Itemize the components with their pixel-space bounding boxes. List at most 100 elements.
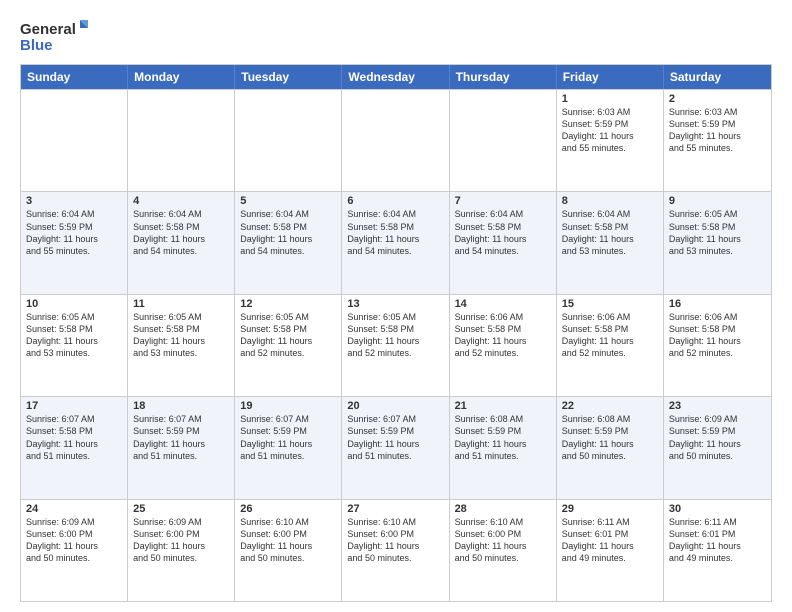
calendar-cell: 28Sunrise: 6:10 AM Sunset: 6:00 PM Dayli… bbox=[450, 500, 557, 601]
day-number: 23 bbox=[669, 400, 766, 412]
cell-info: Sunrise: 6:08 AM Sunset: 5:59 PM Dayligh… bbox=[562, 413, 658, 462]
calendar-cell: 5Sunrise: 6:04 AM Sunset: 5:58 PM Daylig… bbox=[235, 192, 342, 293]
calendar-cell: 4Sunrise: 6:04 AM Sunset: 5:58 PM Daylig… bbox=[128, 192, 235, 293]
calendar-cell: 10Sunrise: 6:05 AM Sunset: 5:58 PM Dayli… bbox=[21, 295, 128, 396]
header-day: Saturday bbox=[664, 65, 771, 89]
calendar-row: 10Sunrise: 6:05 AM Sunset: 5:58 PM Dayli… bbox=[21, 294, 771, 396]
calendar-cell: 30Sunrise: 6:11 AM Sunset: 6:01 PM Dayli… bbox=[664, 500, 771, 601]
day-number: 25 bbox=[133, 503, 229, 515]
calendar-row: 1Sunrise: 6:03 AM Sunset: 5:59 PM Daylig… bbox=[21, 89, 771, 191]
calendar-cell: 20Sunrise: 6:07 AM Sunset: 5:59 PM Dayli… bbox=[342, 397, 449, 498]
cell-info: Sunrise: 6:11 AM Sunset: 6:01 PM Dayligh… bbox=[562, 516, 658, 565]
cell-info: Sunrise: 6:05 AM Sunset: 5:58 PM Dayligh… bbox=[133, 311, 229, 360]
cell-info: Sunrise: 6:07 AM Sunset: 5:58 PM Dayligh… bbox=[26, 413, 122, 462]
cell-info: Sunrise: 6:04 AM Sunset: 5:58 PM Dayligh… bbox=[133, 208, 229, 257]
cell-info: Sunrise: 6:04 AM Sunset: 5:59 PM Dayligh… bbox=[26, 208, 122, 257]
cell-info: Sunrise: 6:08 AM Sunset: 5:59 PM Dayligh… bbox=[455, 413, 551, 462]
cell-info: Sunrise: 6:04 AM Sunset: 5:58 PM Dayligh… bbox=[347, 208, 443, 257]
day-number: 14 bbox=[455, 298, 551, 310]
day-number: 15 bbox=[562, 298, 658, 310]
svg-text:Blue: Blue bbox=[20, 37, 53, 54]
calendar-cell: 18Sunrise: 6:07 AM Sunset: 5:59 PM Dayli… bbox=[128, 397, 235, 498]
logo-svg: General Blue bbox=[20, 16, 90, 56]
day-number: 13 bbox=[347, 298, 443, 310]
calendar-cell: 15Sunrise: 6:06 AM Sunset: 5:58 PM Dayli… bbox=[557, 295, 664, 396]
svg-text:General: General bbox=[20, 21, 76, 38]
day-number: 10 bbox=[26, 298, 122, 310]
calendar-row: 3Sunrise: 6:04 AM Sunset: 5:59 PM Daylig… bbox=[21, 191, 771, 293]
day-number: 22 bbox=[562, 400, 658, 412]
calendar-header: SundayMondayTuesdayWednesdayThursdayFrid… bbox=[21, 65, 771, 89]
day-number: 18 bbox=[133, 400, 229, 412]
logo: General Blue bbox=[20, 16, 90, 56]
calendar-cell bbox=[342, 90, 449, 191]
calendar-cell: 21Sunrise: 6:08 AM Sunset: 5:59 PM Dayli… bbox=[450, 397, 557, 498]
day-number: 19 bbox=[240, 400, 336, 412]
calendar-cell: 26Sunrise: 6:10 AM Sunset: 6:00 PM Dayli… bbox=[235, 500, 342, 601]
calendar-cell bbox=[235, 90, 342, 191]
day-number: 16 bbox=[669, 298, 766, 310]
day-number: 20 bbox=[347, 400, 443, 412]
day-number: 28 bbox=[455, 503, 551, 515]
cell-info: Sunrise: 6:06 AM Sunset: 5:58 PM Dayligh… bbox=[562, 311, 658, 360]
header-day: Sunday bbox=[21, 65, 128, 89]
header-day: Tuesday bbox=[235, 65, 342, 89]
header-day: Monday bbox=[128, 65, 235, 89]
header-day: Friday bbox=[557, 65, 664, 89]
calendar-cell: 27Sunrise: 6:10 AM Sunset: 6:00 PM Dayli… bbox=[342, 500, 449, 601]
calendar-cell: 9Sunrise: 6:05 AM Sunset: 5:58 PM Daylig… bbox=[664, 192, 771, 293]
day-number: 27 bbox=[347, 503, 443, 515]
cell-info: Sunrise: 6:07 AM Sunset: 5:59 PM Dayligh… bbox=[240, 413, 336, 462]
calendar-cell bbox=[21, 90, 128, 191]
calendar-cell: 7Sunrise: 6:04 AM Sunset: 5:58 PM Daylig… bbox=[450, 192, 557, 293]
cell-info: Sunrise: 6:04 AM Sunset: 5:58 PM Dayligh… bbox=[562, 208, 658, 257]
calendar-row: 24Sunrise: 6:09 AM Sunset: 6:00 PM Dayli… bbox=[21, 499, 771, 601]
cell-info: Sunrise: 6:09 AM Sunset: 5:59 PM Dayligh… bbox=[669, 413, 766, 462]
calendar-cell: 24Sunrise: 6:09 AM Sunset: 6:00 PM Dayli… bbox=[21, 500, 128, 601]
calendar-cell: 12Sunrise: 6:05 AM Sunset: 5:58 PM Dayli… bbox=[235, 295, 342, 396]
calendar-cell: 2Sunrise: 6:03 AM Sunset: 5:59 PM Daylig… bbox=[664, 90, 771, 191]
cell-info: Sunrise: 6:07 AM Sunset: 5:59 PM Dayligh… bbox=[347, 413, 443, 462]
cell-info: Sunrise: 6:10 AM Sunset: 6:00 PM Dayligh… bbox=[455, 516, 551, 565]
cell-info: Sunrise: 6:09 AM Sunset: 6:00 PM Dayligh… bbox=[26, 516, 122, 565]
day-number: 5 bbox=[240, 195, 336, 207]
cell-info: Sunrise: 6:05 AM Sunset: 5:58 PM Dayligh… bbox=[26, 311, 122, 360]
header-day: Thursday bbox=[450, 65, 557, 89]
day-number: 11 bbox=[133, 298, 229, 310]
calendar-row: 17Sunrise: 6:07 AM Sunset: 5:58 PM Dayli… bbox=[21, 396, 771, 498]
cell-info: Sunrise: 6:03 AM Sunset: 5:59 PM Dayligh… bbox=[562, 106, 658, 155]
day-number: 12 bbox=[240, 298, 336, 310]
cell-info: Sunrise: 6:10 AM Sunset: 6:00 PM Dayligh… bbox=[240, 516, 336, 565]
day-number: 17 bbox=[26, 400, 122, 412]
day-number: 7 bbox=[455, 195, 551, 207]
cell-info: Sunrise: 6:11 AM Sunset: 6:01 PM Dayligh… bbox=[669, 516, 766, 565]
day-number: 2 bbox=[669, 93, 766, 105]
day-number: 21 bbox=[455, 400, 551, 412]
header-day: Wednesday bbox=[342, 65, 449, 89]
cell-info: Sunrise: 6:04 AM Sunset: 5:58 PM Dayligh… bbox=[240, 208, 336, 257]
cell-info: Sunrise: 6:05 AM Sunset: 5:58 PM Dayligh… bbox=[240, 311, 336, 360]
calendar-cell: 23Sunrise: 6:09 AM Sunset: 5:59 PM Dayli… bbox=[664, 397, 771, 498]
day-number: 26 bbox=[240, 503, 336, 515]
day-number: 8 bbox=[562, 195, 658, 207]
cell-info: Sunrise: 6:05 AM Sunset: 5:58 PM Dayligh… bbox=[347, 311, 443, 360]
cell-info: Sunrise: 6:06 AM Sunset: 5:58 PM Dayligh… bbox=[669, 311, 766, 360]
calendar-cell: 13Sunrise: 6:05 AM Sunset: 5:58 PM Dayli… bbox=[342, 295, 449, 396]
calendar-cell: 3Sunrise: 6:04 AM Sunset: 5:59 PM Daylig… bbox=[21, 192, 128, 293]
header: General Blue bbox=[20, 16, 772, 56]
day-number: 6 bbox=[347, 195, 443, 207]
calendar-cell: 17Sunrise: 6:07 AM Sunset: 5:58 PM Dayli… bbox=[21, 397, 128, 498]
calendar-cell: 11Sunrise: 6:05 AM Sunset: 5:58 PM Dayli… bbox=[128, 295, 235, 396]
cell-info: Sunrise: 6:09 AM Sunset: 6:00 PM Dayligh… bbox=[133, 516, 229, 565]
cell-info: Sunrise: 6:03 AM Sunset: 5:59 PM Dayligh… bbox=[669, 106, 766, 155]
day-number: 30 bbox=[669, 503, 766, 515]
page: General Blue SundayMondayTuesdayWednesda… bbox=[0, 0, 792, 612]
day-number: 1 bbox=[562, 93, 658, 105]
calendar-cell: 29Sunrise: 6:11 AM Sunset: 6:01 PM Dayli… bbox=[557, 500, 664, 601]
calendar-cell: 1Sunrise: 6:03 AM Sunset: 5:59 PM Daylig… bbox=[557, 90, 664, 191]
cell-info: Sunrise: 6:05 AM Sunset: 5:58 PM Dayligh… bbox=[669, 208, 766, 257]
day-number: 24 bbox=[26, 503, 122, 515]
calendar-cell bbox=[450, 90, 557, 191]
calendar-cell: 6Sunrise: 6:04 AM Sunset: 5:58 PM Daylig… bbox=[342, 192, 449, 293]
calendar-cell: 25Sunrise: 6:09 AM Sunset: 6:00 PM Dayli… bbox=[128, 500, 235, 601]
